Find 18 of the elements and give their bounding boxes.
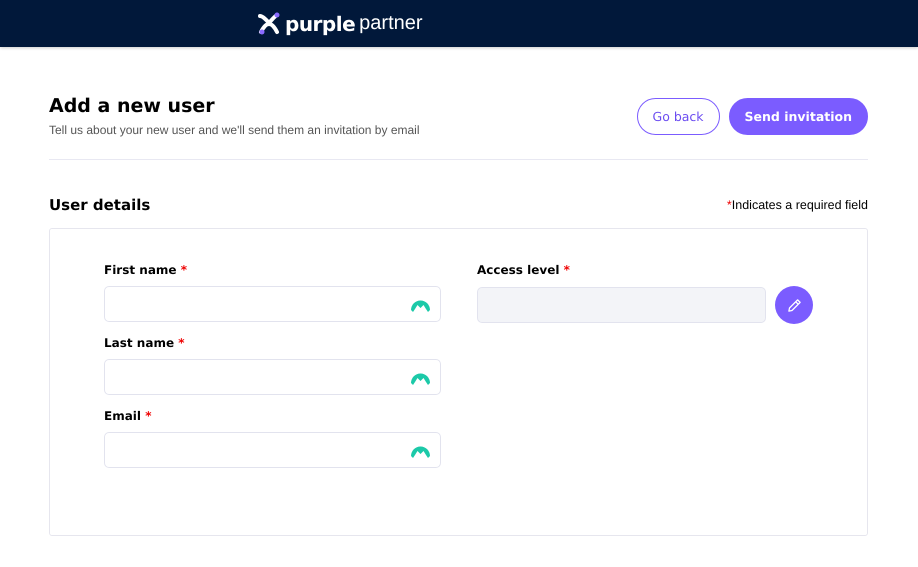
back-button[interactable]: Go back xyxy=(636,98,720,134)
input-field[interactable] xyxy=(104,286,441,322)
section-title: User details xyxy=(49,196,150,214)
input-field[interactable] xyxy=(104,359,441,395)
logo-text: purple xyxy=(285,12,356,36)
logo-text: partner xyxy=(359,12,423,35)
pencil-icon xyxy=(786,298,802,312)
required-note: *Indicates a required field xyxy=(726,198,868,212)
page-title: Add a new user xyxy=(49,95,216,117)
edit-button[interactable] xyxy=(775,286,813,324)
page-subtitle: Tell us about your new user and we'll send them an invitation by email xyxy=(49,123,420,137)
logo-icon xyxy=(257,12,281,36)
field-label: First name * xyxy=(104,263,188,277)
field-label: Access level * xyxy=(477,263,571,277)
field-label: Last name * xyxy=(104,336,186,350)
input-field[interactable] xyxy=(104,432,441,468)
field-label: Email * xyxy=(104,409,152,423)
send-invitation-button[interactable]: Send invitation xyxy=(728,98,868,134)
